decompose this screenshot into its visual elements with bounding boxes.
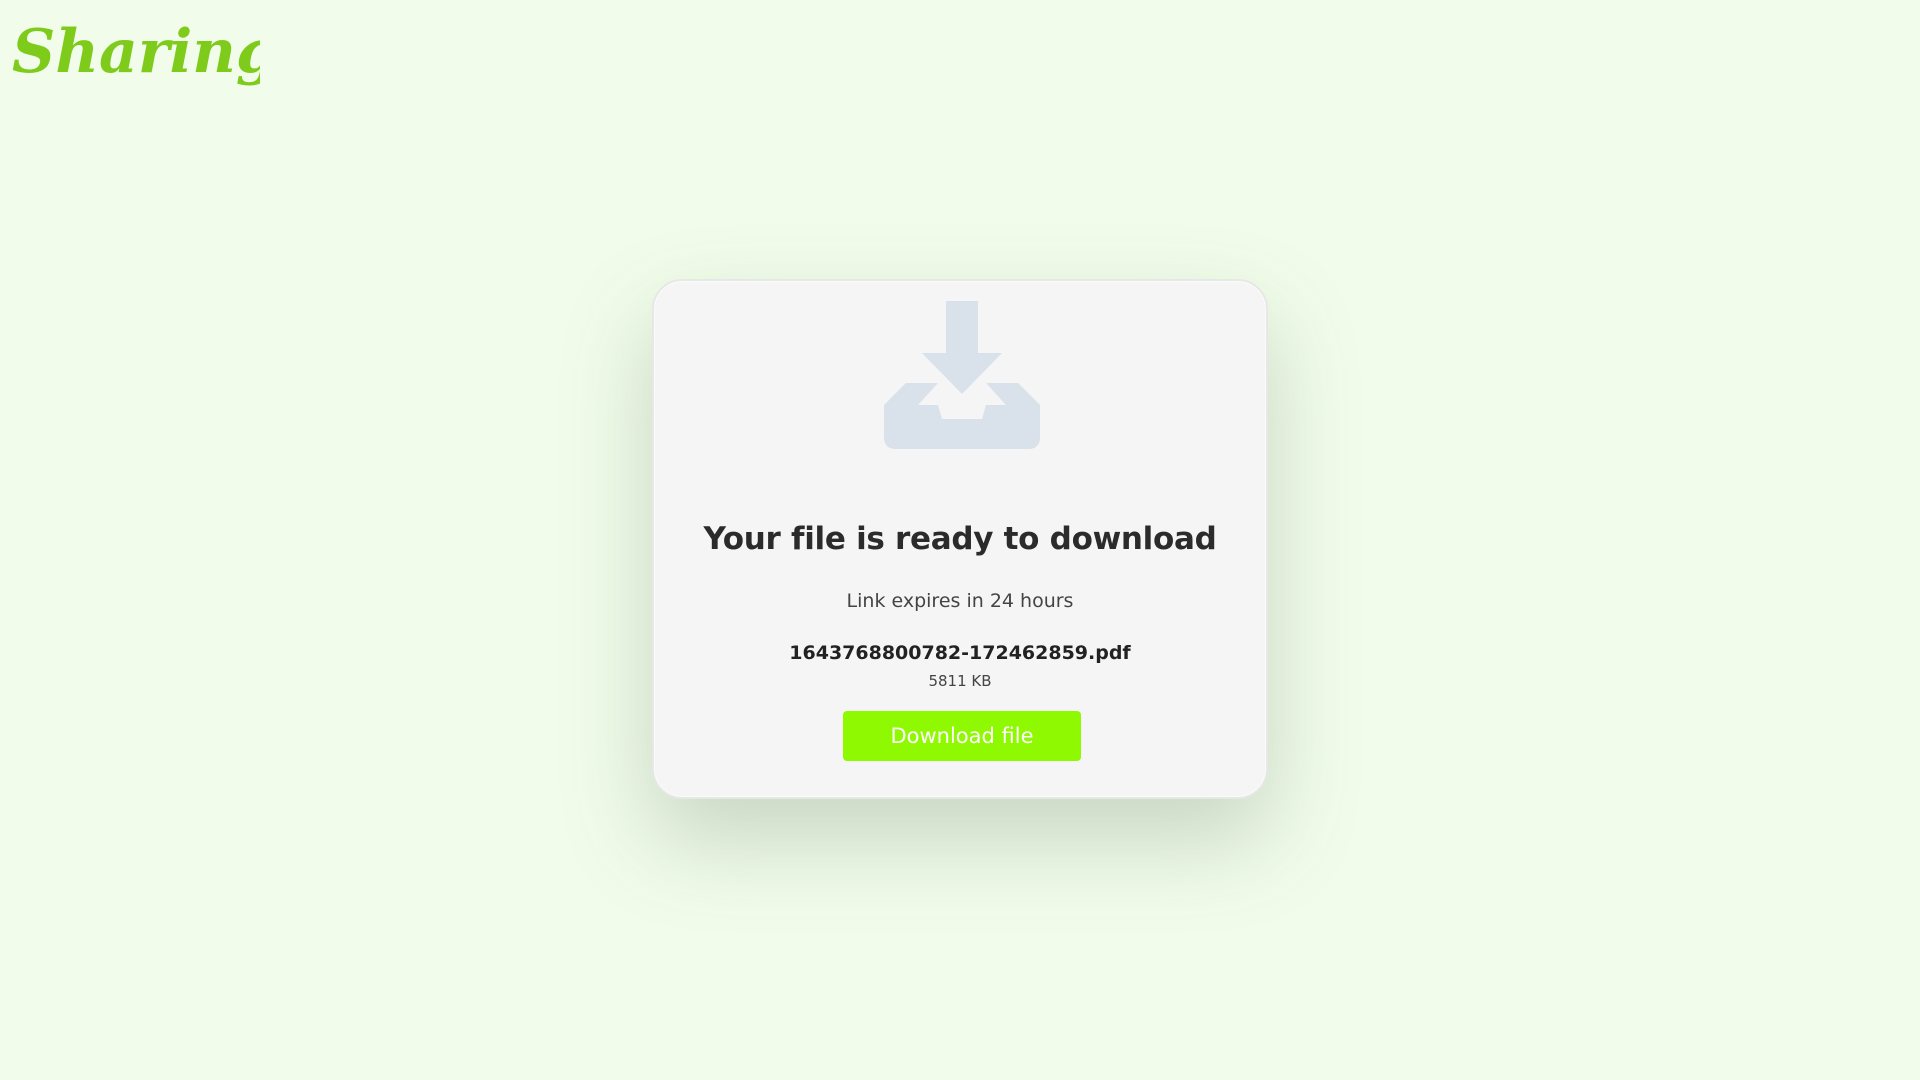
file-name: 1643768800782-172462859.pdf — [789, 642, 1131, 664]
download-tray-icon — [884, 301, 1040, 449]
download-file-button[interactable]: Download file — [843, 711, 1081, 761]
expiry-notice: Link expires in 24 hours — [846, 590, 1074, 612]
app-logo-text: Sharing App — [12, 17, 260, 87]
app-logo-graphic: Sharing App — [12, 17, 260, 87]
page-title: Your file is ready to download — [703, 521, 1217, 557]
file-size: 5811 KB — [928, 672, 992, 690]
app-logo[interactable]: Sharing App — [10, 10, 260, 105]
download-card: Your file is ready to download Link expi… — [652, 279, 1268, 799]
